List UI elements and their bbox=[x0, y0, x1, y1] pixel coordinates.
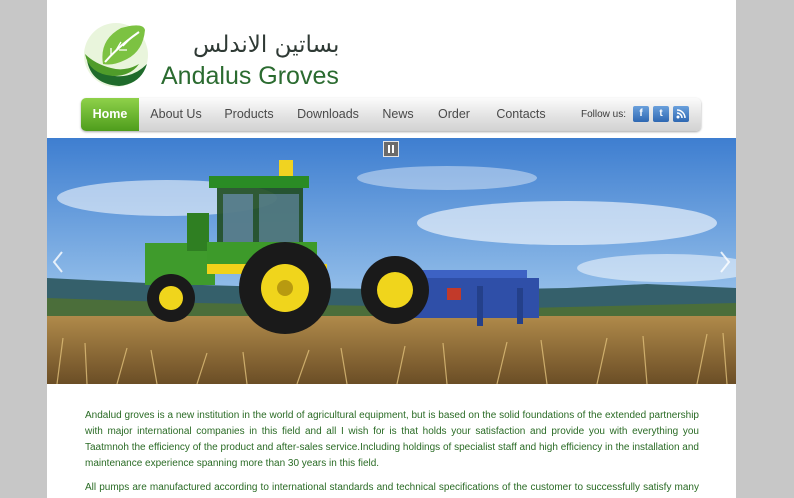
about-text: Andalud groves is a new institution in t… bbox=[85, 408, 699, 498]
follow-us-label: Follow us: bbox=[581, 109, 627, 120]
tractor-field-image bbox=[47, 138, 736, 384]
pumps-paragraph: All pumps are manufactured according to … bbox=[85, 482, 699, 493]
nav-downloads[interactable]: Downloads bbox=[291, 98, 365, 131]
nav-about-us[interactable]: About Us bbox=[145, 98, 207, 131]
page-container: بساتين الاندلس Andalus Groves Home About… bbox=[47, 0, 736, 498]
site-logo[interactable]: بساتين الاندلس Andalus Groves bbox=[81, 20, 351, 92]
twitter-icon[interactable]: t bbox=[653, 106, 669, 122]
slider-prev-arrow-icon[interactable] bbox=[51, 250, 65, 274]
slider-pause-button[interactable] bbox=[383, 141, 399, 157]
slider-next-arrow-icon[interactable] bbox=[718, 250, 732, 274]
rss-icon[interactable] bbox=[673, 106, 689, 122]
logo-arabic-text: بساتين الاندلس bbox=[193, 32, 340, 58]
nav-order[interactable]: Order bbox=[431, 98, 477, 131]
hero-slider[interactable] bbox=[47, 138, 736, 384]
nav-products[interactable]: Products bbox=[219, 98, 279, 131]
nav-home[interactable]: Home bbox=[81, 98, 139, 131]
main-navigation: Home About Us Products Downloads News Or… bbox=[81, 98, 701, 131]
facebook-icon[interactable]: f bbox=[633, 106, 649, 122]
leaf-logo-icon bbox=[84, 23, 148, 87]
logo-latin-text: Andalus Groves bbox=[161, 62, 339, 90]
nav-contacts[interactable]: Contacts bbox=[489, 98, 553, 131]
intro-paragraph: Andalud groves is a new institution in t… bbox=[85, 410, 699, 469]
nav-news[interactable]: News bbox=[377, 98, 419, 131]
